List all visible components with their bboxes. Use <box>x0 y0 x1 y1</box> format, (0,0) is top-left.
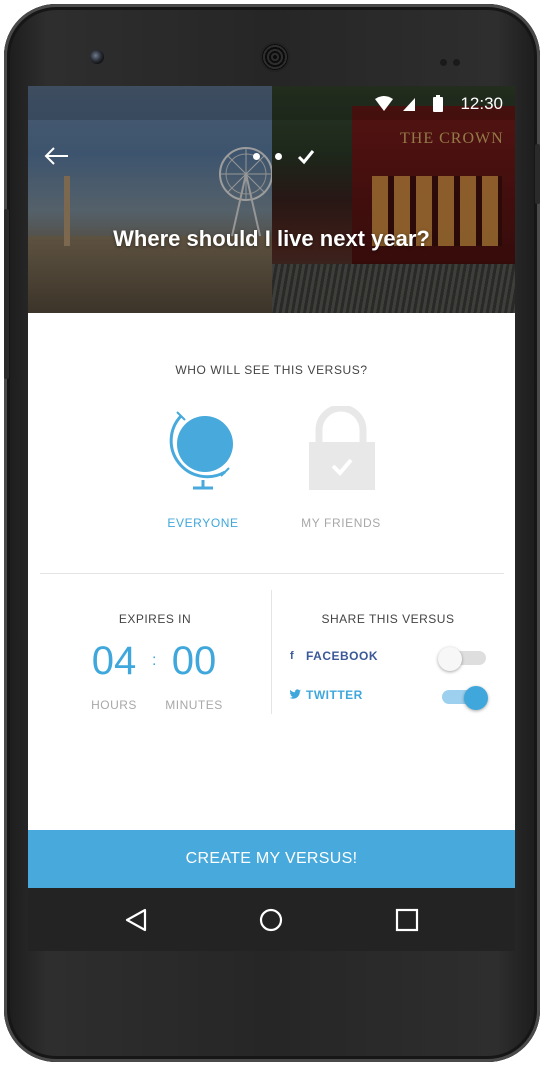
create-versus-button[interactable]: CREATE MY VERSUS! <box>28 830 515 888</box>
lock-icon <box>309 406 375 490</box>
android-nav-bar <box>28 888 515 951</box>
earpiece-speaker <box>262 44 288 70</box>
back-arrow-icon[interactable] <box>42 144 70 168</box>
globe-icon <box>169 411 233 490</box>
facebook-icon: f <box>290 650 294 662</box>
expires-separator: : <box>152 652 157 669</box>
step-progress <box>253 148 315 164</box>
divider-horizontal <box>40 573 504 574</box>
share-facebook-row: f FACEBOOK <box>290 643 490 671</box>
nav-back-icon[interactable] <box>123 907 149 933</box>
audience-option-my-friends[interactable]: MY FRIENDS <box>276 406 406 530</box>
proximity-sensors <box>440 53 466 66</box>
step-check-icon <box>297 149 315 164</box>
expires-hours-value[interactable]: 04 <box>86 639 142 684</box>
front-camera <box>90 50 104 64</box>
audience-label-everyone: EVERYONE <box>167 516 239 530</box>
share-twitter-row: TWITTER <box>290 682 490 710</box>
nav-recents-icon[interactable] <box>394 907 420 933</box>
status-bar: 12:30 <box>28 86 515 120</box>
status-icons <box>375 95 443 112</box>
hero-header: THE CROWN 12:30 Where should I live next… <box>28 86 515 313</box>
expires-minutes-value[interactable]: 00 <box>166 639 222 684</box>
nav-home-icon[interactable] <box>258 907 284 933</box>
signal-icon <box>403 98 415 111</box>
facebook-label: FACEBOOK <box>306 649 379 663</box>
app-screen: THE CROWN 12:30 Where should I live next… <box>28 86 515 951</box>
hours-label: HOURS <box>91 698 137 712</box>
minutes-label: MINUTES <box>165 698 223 712</box>
expires-heading: EXPIRES IN <box>118 612 192 626</box>
power-button <box>535 144 540 204</box>
step-dot-icon <box>253 153 260 161</box>
audience-label-my-friends: MY FRIENDS <box>301 516 381 530</box>
versus-question: Where should I live next year? <box>113 226 430 251</box>
wifi-icon <box>375 96 393 111</box>
twitter-label: TWITTER <box>306 688 363 702</box>
step-dot-icon <box>275 153 282 161</box>
side-button-left <box>4 209 9 379</box>
audience-option-everyone[interactable]: EVERYONE <box>138 406 268 530</box>
status-time: 12:30 <box>460 94 503 113</box>
twitter-icon <box>290 689 301 699</box>
twitter-toggle[interactable] <box>440 686 488 710</box>
audience-heading: WHO WILL SEE THIS VERSUS? <box>175 363 368 377</box>
divider-vertical <box>271 590 272 714</box>
battery-icon <box>433 97 443 112</box>
facebook-toggle[interactable] <box>438 647 486 671</box>
share-heading: SHARE THIS VERSUS <box>321 612 455 626</box>
